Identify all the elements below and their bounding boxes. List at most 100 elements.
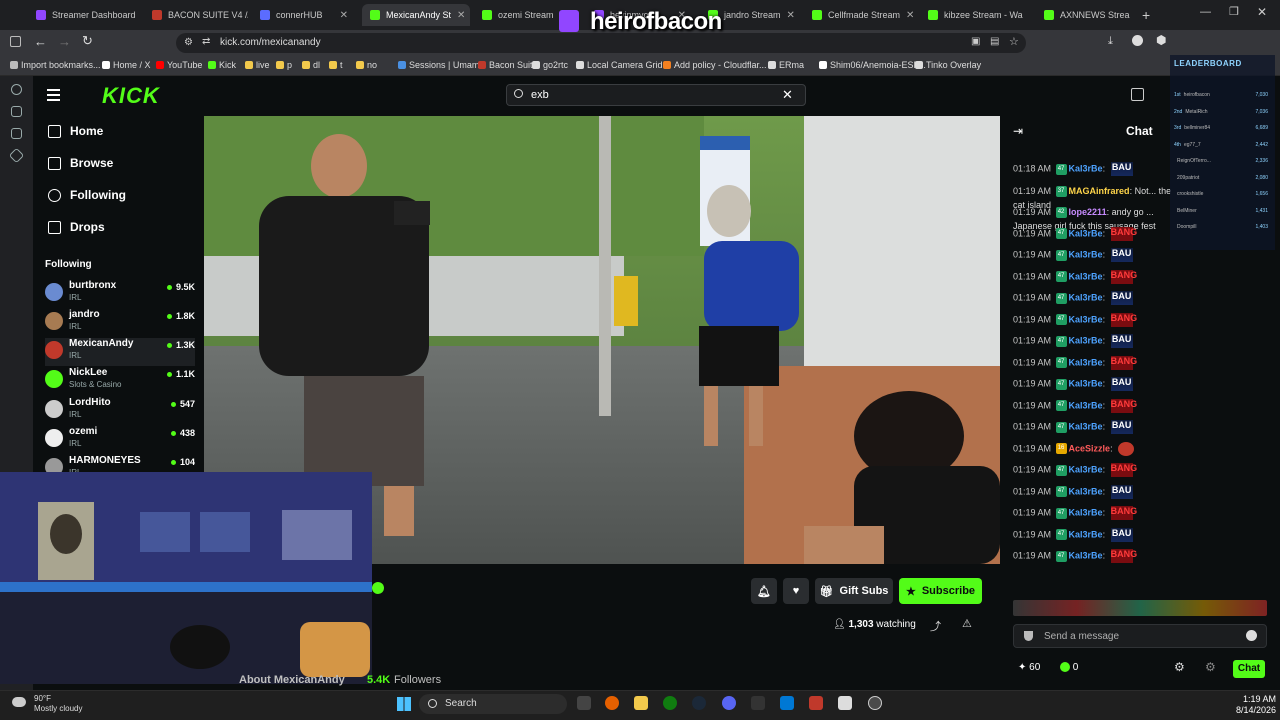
chat-username[interactable]: Kal3rBe (1069, 464, 1103, 474)
chat-username[interactable]: Kal3rBe (1069, 292, 1103, 302)
bookmark-item[interactable]: go2rtc (532, 60, 568, 70)
sidebar-reading-icon[interactable] (11, 128, 22, 139)
bookmark-item[interactable]: Import bookmarks... (10, 60, 101, 70)
chat-username[interactable]: Kal3rBe (1069, 314, 1103, 324)
nav-following[interactable]: Following (48, 188, 126, 202)
notifications-button[interactable]: 🔔︎ (751, 578, 777, 604)
bookmark-item[interactable]: Home / X (102, 60, 151, 70)
browser-tab[interactable]: MexicanAndy St ✕ (362, 4, 470, 26)
kick-logo[interactable]: KICK (102, 83, 160, 109)
close-window-button[interactable]: ✕ (1257, 5, 1267, 19)
chat-username[interactable]: lope2211 (1069, 207, 1107, 217)
sidebar-toggle-icon[interactable] (10, 36, 21, 47)
minimize-button[interactable]: — (1200, 6, 1211, 18)
chat-username[interactable]: Kal3rBe (1069, 486, 1103, 496)
nav-drops[interactable]: Drops (48, 220, 105, 234)
back-button[interactable]: ← (34, 34, 47, 49)
weather-icon[interactable] (12, 697, 26, 707)
chat-username[interactable]: Kal3rBe (1069, 550, 1103, 560)
followed-channel[interactable]: LordHito IRL 547 (45, 397, 195, 425)
downloads-icon[interactable]: ⤓ (1108, 35, 1113, 48)
new-tab-button[interactable]: + (1142, 7, 1150, 23)
close-tab-icon[interactable]: ✕ (906, 10, 914, 21)
chat-username[interactable]: MAGAinfrared (1069, 186, 1130, 196)
collapse-chat-icon[interactable]: ⇥ (1013, 124, 1023, 138)
sidebar-history-icon[interactable] (11, 106, 22, 117)
vscode-icon[interactable] (780, 696, 794, 710)
chat-username[interactable]: Kal3rBe (1069, 357, 1103, 367)
app-icon[interactable] (838, 696, 852, 710)
browser-tab[interactable]: AXNNEWS Stream✕ (1036, 4, 1130, 26)
chat-username[interactable]: Kal3rBe (1069, 228, 1103, 238)
menu-icon[interactable] (47, 89, 60, 101)
bookmark-item[interactable]: t (329, 60, 343, 70)
chat-username[interactable]: Kal3rBe (1069, 529, 1103, 539)
clear-search-icon[interactable]: ✕ (782, 87, 793, 103)
bookmark-item[interactable]: Tinko Overlay (915, 60, 981, 70)
followed-channel[interactable]: NickLee Slots & Casino 1.1K (45, 367, 195, 395)
maximize-button[interactable]: ❐ (1229, 5, 1239, 18)
browser-tab[interactable]: connerHUB ✕ (252, 4, 356, 26)
chat-username[interactable]: Kal3rBe (1069, 163, 1103, 173)
followed-channel[interactable]: jandro IRL 1.8K (45, 309, 195, 337)
bookmark-star-icon[interactable]: ☆ (1009, 35, 1019, 48)
extension-icon[interactable] (1132, 35, 1143, 46)
bookmark-item[interactable]: Sessions | Umami (398, 60, 481, 70)
save-icon[interactable]: ▤ (990, 36, 999, 47)
nav-home[interactable]: Home (48, 124, 103, 138)
bookmark-item[interactable]: p (276, 60, 292, 70)
task-view-icon[interactable] (577, 696, 591, 710)
browser-tab[interactable]: BACON SUITE V4 // ✕ (144, 4, 248, 26)
chat-username[interactable]: AceSizzle (1069, 443, 1111, 453)
followed-channel[interactable]: burtbronx IRL 9.5K (45, 280, 195, 308)
bookmark-item[interactable]: dl (302, 60, 320, 70)
chat-username[interactable]: Kal3rBe (1069, 249, 1103, 259)
close-tab-icon[interactable]: ✕ (457, 10, 465, 21)
bookmark-item[interactable]: Kick (208, 60, 236, 70)
close-tab-icon[interactable]: ✕ (787, 10, 795, 21)
reload-button[interactable]: ↻ (82, 33, 93, 49)
bookmark-item[interactable]: Add policy - Cloudflar... (663, 60, 767, 70)
channel-points[interactable]: ✦ 60 (1018, 662, 1040, 673)
send-chat-button[interactable]: Chat (1233, 660, 1265, 678)
taskbar-search[interactable]: Search (419, 694, 567, 714)
emoji-icon[interactable] (1246, 630, 1257, 641)
url-field[interactable]: ⚙ ⇄ kick.com/mexicanandy ▣ ▤ ☆ (176, 33, 1026, 53)
close-tab-icon[interactable]: ✕ (340, 10, 348, 21)
screenshot-icon[interactable]: ▣ (971, 36, 980, 47)
followed-channel[interactable]: MexicanAndy IRL 1.3K (45, 338, 195, 366)
close-tab-icon[interactable]: ✕ (1029, 10, 1030, 21)
gift-subs-button[interactable]: 🎁︎ Gift Subs (815, 578, 893, 604)
chat-mod-icon[interactable]: ⚙ (1205, 660, 1216, 674)
chat-username[interactable]: Kal3rBe (1069, 271, 1103, 281)
terminal-icon[interactable] (751, 696, 765, 710)
search-input[interactable]: exb ✕ (506, 84, 806, 106)
bookmark-item[interactable]: ERma (768, 60, 804, 70)
site-info-icon[interactable]: ⚙ (184, 37, 193, 48)
browser-tab[interactable]: Streamer Dashboard | Tw✕ (28, 4, 138, 26)
nav-browse[interactable]: Browse (48, 156, 113, 170)
bookmark-item[interactable]: Shim06/Anemoia-ESP... (819, 60, 926, 70)
bookmark-item[interactable]: Bacon Suite (478, 60, 538, 70)
sidebar-bookmark-icon[interactable] (8, 147, 25, 164)
browser-tab[interactable]: kibzee Stream - Wa ✕ (920, 4, 1030, 26)
theater-mode-icon[interactable] (1131, 88, 1144, 101)
xbox-icon[interactable] (663, 696, 677, 710)
chrome-icon[interactable] (868, 696, 882, 710)
bookmark-item[interactable]: Local Camera Grid (576, 60, 663, 70)
forward-button[interactable]: → (58, 34, 71, 49)
subscribe-button[interactable]: ★ Subscribe (899, 578, 982, 604)
chat-username[interactable]: Kal3rBe (1069, 335, 1103, 345)
browser-tab[interactable]: Cellfmade Stream ✕ (804, 4, 914, 26)
obs-icon[interactable] (809, 696, 823, 710)
discord-icon[interactable] (722, 696, 736, 710)
followed-channel[interactable]: ozemi IRL 438 (45, 426, 195, 454)
chat-username[interactable]: Kal3rBe (1069, 400, 1103, 410)
kick-points[interactable]: 0 (1060, 662, 1078, 673)
steam-icon[interactable] (692, 696, 706, 710)
chat-username[interactable]: Kal3rBe (1069, 378, 1103, 388)
chat-username[interactable]: Kal3rBe (1069, 507, 1103, 517)
chat-settings-icon[interactable]: ⚙ (1174, 660, 1185, 674)
sidebar-settings-icon[interactable] (11, 84, 22, 95)
firefox-icon[interactable] (605, 696, 619, 710)
